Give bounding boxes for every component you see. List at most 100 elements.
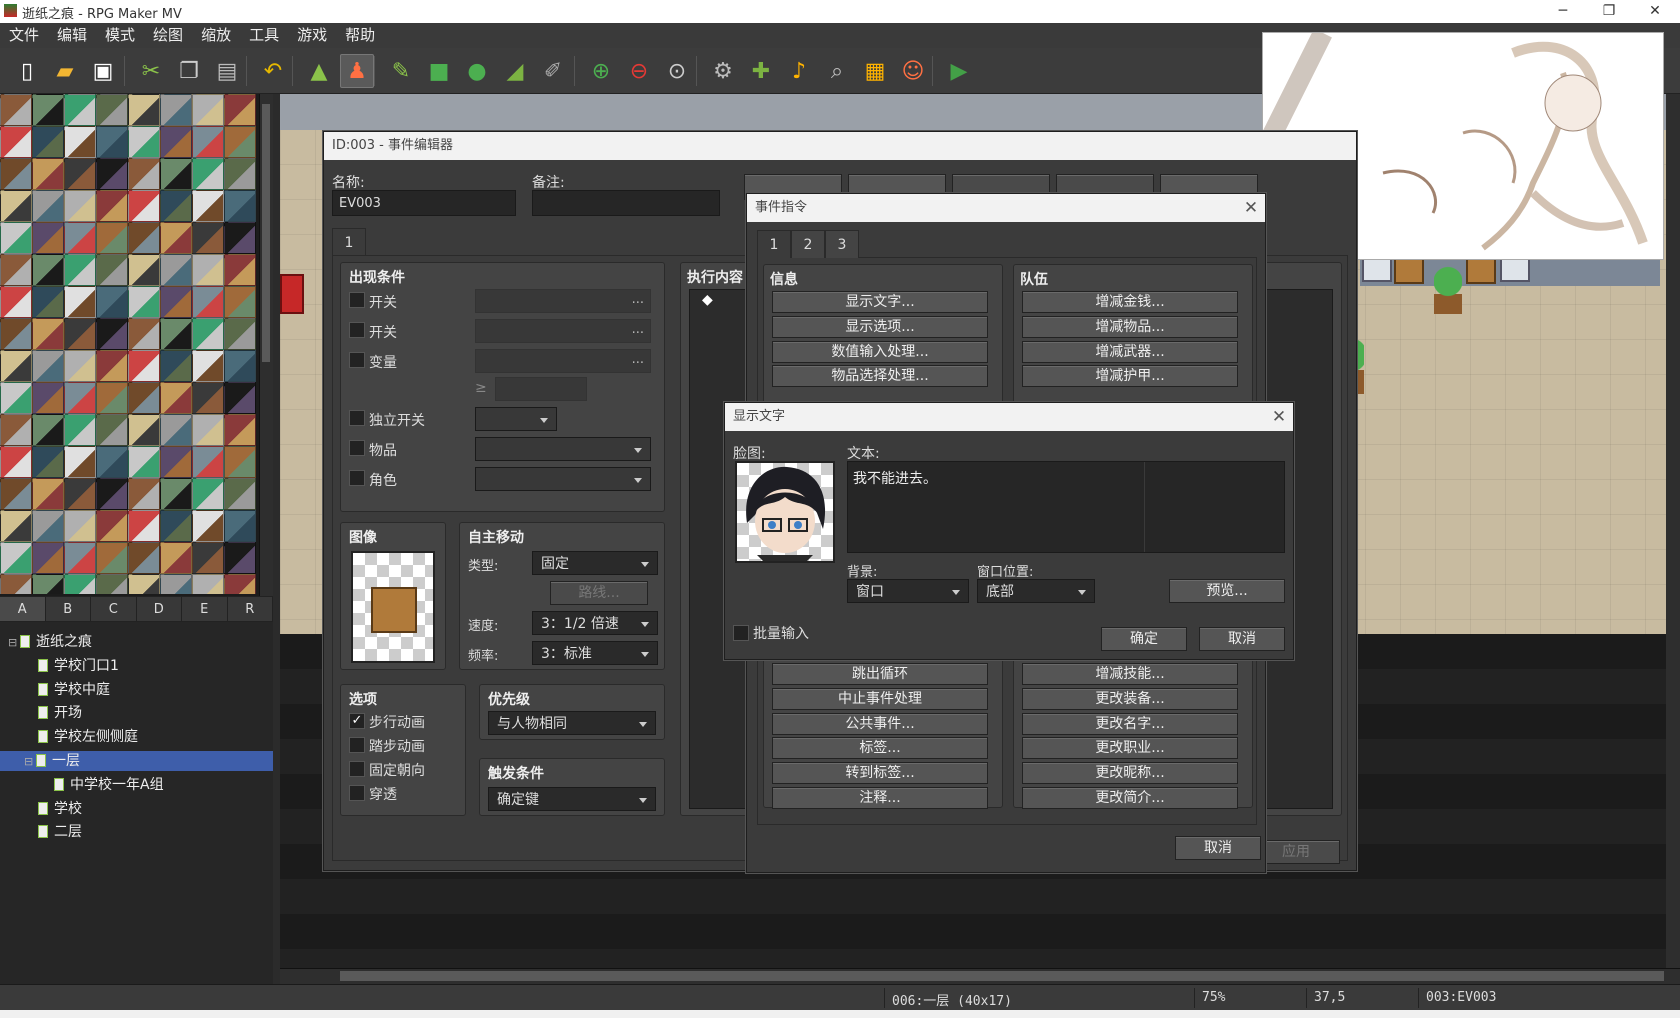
minimize-icon[interactable]: ─ bbox=[1540, 0, 1586, 23]
event-image-preview[interactable] bbox=[351, 551, 435, 663]
move-type-select[interactable]: 固定 bbox=[532, 551, 658, 575]
tile[interactable] bbox=[64, 510, 96, 542]
tileset-tab-d[interactable]: D bbox=[137, 597, 182, 621]
show-text-close-icon[interactable]: ✕ bbox=[1265, 403, 1293, 431]
tile[interactable] bbox=[0, 126, 32, 158]
window-position-select[interactable]: 底部 bbox=[977, 579, 1095, 603]
tile[interactable] bbox=[224, 382, 256, 414]
command-button[interactable]: 中止事件处理 bbox=[772, 687, 988, 710]
tile[interactable] bbox=[32, 350, 64, 382]
menu-item-2[interactable]: 模式 bbox=[96, 23, 144, 48]
tile[interactable] bbox=[0, 222, 32, 254]
tile[interactable] bbox=[224, 542, 256, 574]
menu-item-1[interactable]: 编辑 bbox=[48, 23, 96, 48]
map-tree-item[interactable]: 学校门口1 bbox=[0, 656, 273, 676]
tile[interactable] bbox=[192, 414, 224, 446]
tile[interactable] bbox=[128, 286, 160, 318]
command-button[interactable]: 增减技能... bbox=[1022, 663, 1238, 685]
tile[interactable] bbox=[160, 158, 192, 190]
tile[interactable] bbox=[32, 414, 64, 446]
actual-size-icon[interactable]: ⊙ bbox=[660, 54, 694, 88]
tile[interactable] bbox=[160, 414, 192, 446]
tile[interactable] bbox=[192, 574, 224, 594]
command-button[interactable]: 注释... bbox=[772, 787, 988, 809]
undo-icon[interactable]: ↶ bbox=[256, 54, 290, 88]
tile[interactable] bbox=[224, 318, 256, 350]
cut-icon[interactable]: ✂ bbox=[134, 54, 168, 88]
preview-button[interactable]: 预览... bbox=[1169, 579, 1285, 603]
tile[interactable] bbox=[96, 222, 128, 254]
paste-icon[interactable]: ▤ bbox=[210, 54, 244, 88]
tile[interactable] bbox=[32, 190, 64, 222]
map-tree-item[interactable]: 中学校一年A组 bbox=[0, 775, 273, 795]
batch-entry-checkbox[interactable] bbox=[733, 625, 749, 641]
ellipsis-icon[interactable]: ... bbox=[632, 320, 644, 342]
event-commands-cancel-button[interactable]: 取消 bbox=[1175, 836, 1261, 860]
tile[interactable] bbox=[32, 222, 64, 254]
tile[interactable] bbox=[96, 350, 128, 382]
tile[interactable] bbox=[128, 94, 160, 126]
tile[interactable] bbox=[224, 254, 256, 286]
condition-select[interactable] bbox=[475, 467, 651, 491]
resource-manager-icon[interactable]: ▦ bbox=[858, 54, 892, 88]
tile[interactable] bbox=[0, 478, 32, 510]
tile-grid[interactable] bbox=[0, 94, 257, 594]
restore-icon[interactable]: ❐ bbox=[1586, 0, 1632, 23]
tile[interactable] bbox=[192, 94, 224, 126]
tile[interactable] bbox=[64, 222, 96, 254]
tile[interactable] bbox=[192, 286, 224, 318]
tile[interactable] bbox=[64, 350, 96, 382]
tile[interactable] bbox=[64, 254, 96, 286]
tile[interactable] bbox=[96, 254, 128, 286]
tile[interactable] bbox=[64, 126, 96, 158]
tile[interactable] bbox=[0, 286, 32, 318]
condition-checkbox[interactable] bbox=[349, 352, 365, 368]
plugin-manager-icon[interactable]: ✚ bbox=[744, 54, 778, 88]
tile[interactable] bbox=[96, 382, 128, 414]
tile[interactable] bbox=[192, 478, 224, 510]
map-tree-item[interactable]: 学校 bbox=[0, 799, 273, 819]
command-button[interactable]: 显示选项... bbox=[772, 315, 988, 338]
tile[interactable] bbox=[96, 510, 128, 542]
tile[interactable] bbox=[0, 158, 32, 190]
tile[interactable] bbox=[192, 510, 224, 542]
shadow-pen-icon[interactable]: ✐ bbox=[536, 54, 570, 88]
tile[interactable] bbox=[192, 254, 224, 286]
character-generator-icon[interactable]: ☺ bbox=[896, 54, 930, 88]
tile[interactable] bbox=[96, 574, 128, 594]
command-button[interactable]: 增减武器... bbox=[1022, 340, 1238, 363]
command-button[interactable]: 增减物品... bbox=[1022, 315, 1238, 338]
zoom-out-icon[interactable]: ⊖ bbox=[622, 54, 656, 88]
command-button[interactable]: 更改装备... bbox=[1022, 687, 1238, 710]
tileset-tab-c[interactable]: C bbox=[91, 597, 137, 621]
tile[interactable] bbox=[128, 126, 160, 158]
tile[interactable] bbox=[160, 254, 192, 286]
tile[interactable] bbox=[32, 286, 64, 318]
tile[interactable] bbox=[128, 574, 160, 594]
new-project-icon[interactable]: ▯ bbox=[10, 54, 44, 88]
tile[interactable] bbox=[96, 190, 128, 222]
command-tab-2[interactable]: 2 bbox=[791, 230, 825, 258]
event-note-input[interactable] bbox=[532, 190, 720, 216]
tile[interactable] bbox=[64, 190, 96, 222]
tile[interactable] bbox=[128, 478, 160, 510]
tile[interactable] bbox=[96, 94, 128, 126]
tileset-tab-b[interactable]: B bbox=[46, 597, 91, 621]
tileset-palette[interactable] bbox=[0, 94, 259, 596]
tile[interactable] bbox=[32, 318, 64, 350]
tile[interactable] bbox=[192, 446, 224, 478]
command-button[interactable]: 物品选择处理... bbox=[772, 365, 988, 388]
tile[interactable] bbox=[160, 350, 192, 382]
tile[interactable] bbox=[192, 382, 224, 414]
command-tab-1[interactable]: 1 bbox=[757, 230, 791, 258]
command-button[interactable]: 标签... bbox=[772, 737, 988, 760]
tile[interactable] bbox=[96, 318, 128, 350]
tile[interactable] bbox=[128, 222, 160, 254]
event-commands-close-icon[interactable]: ✕ bbox=[1237, 194, 1265, 222]
tile[interactable] bbox=[128, 158, 160, 190]
menu-item-6[interactable]: 游戏 bbox=[288, 23, 336, 48]
command-button[interactable]: 转到标签... bbox=[772, 762, 988, 785]
tile[interactable] bbox=[224, 350, 256, 382]
tile[interactable] bbox=[160, 478, 192, 510]
message-text[interactable]: 我不能进去。 bbox=[853, 468, 937, 488]
